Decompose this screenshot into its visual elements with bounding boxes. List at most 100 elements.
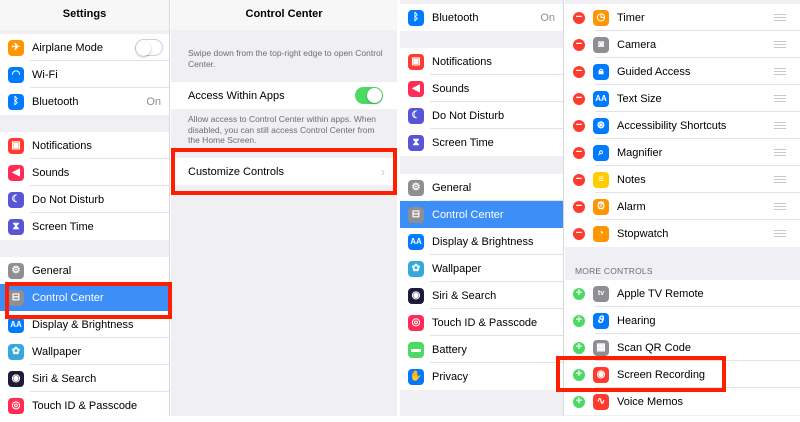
settings-item-bluetooth[interactable]: ᛒ Bluetooth On — [400, 4, 563, 31]
reorder-handle[interactable] — [774, 68, 786, 75]
settings-item-label: Do Not Disturb — [32, 193, 105, 206]
remove-control-button[interactable]: − — [573, 119, 585, 132]
settings-item-wallpaper[interactable]: ✿ Wallpaper — [0, 338, 169, 365]
flower-icon: ✿ — [8, 343, 24, 360]
remove-control-button[interactable]: − — [573, 65, 585, 78]
control-center-panel: Control Center Swipe down from the top-r… — [171, 0, 397, 416]
remove-control-button[interactable]: − — [573, 92, 585, 105]
settings-item-screen-time[interactable]: ⧗ Screen Time — [0, 213, 169, 240]
settings-item-touch-id[interactable]: ◎ Touch ID & Passcode — [0, 392, 169, 416]
remove-control-button[interactable]: − — [573, 11, 585, 24]
settings-item-general[interactable]: ⚙ General — [0, 257, 169, 284]
settings-sidebar-scrolled-panel: ᛒ Bluetooth On ▣ Notifications ◀ Sounds … — [400, 0, 564, 416]
customize-controls-row[interactable]: Customize Controls › — [171, 158, 397, 185]
settings-item-airplane-mode[interactable]: ✈ Airplane Mode — [0, 34, 169, 61]
wifi-icon: ◠ — [8, 66, 24, 83]
settings-item-label: General — [432, 181, 472, 194]
settings-item-label: Siri & Search — [432, 289, 497, 302]
reorder-handle[interactable] — [774, 41, 786, 48]
add-control-button[interactable]: + — [573, 287, 585, 300]
settings-item-control-center[interactable]: ⊟ Control Center — [400, 201, 563, 228]
settings-item-sounds[interactable]: ◀ Sounds — [0, 159, 169, 186]
access-within-apps-toggle[interactable] — [355, 87, 383, 104]
settings-item-label: Screen Time — [432, 136, 494, 149]
gear-icon: ⚙ — [8, 262, 24, 279]
settings-item-general[interactable]: ⚙ General — [400, 174, 563, 201]
remove-control-button[interactable]: − — [573, 146, 585, 159]
control-item-text-size: − AA Text Size — [565, 85, 800, 112]
customize-group: Customize Controls › — [171, 158, 397, 185]
control-item-hearing: + 𝟅 Hearing — [565, 307, 800, 334]
settings-item-label: Airplane Mode — [32, 41, 103, 54]
settings-item-label: Sounds — [432, 82, 470, 95]
settings-item-notifications[interactable]: ▣ Notifications — [0, 132, 169, 159]
reorder-handle[interactable] — [774, 95, 786, 102]
moon-icon: ☾ — [8, 191, 24, 208]
settings-item-control-center[interactable]: ⊟ Control Center — [0, 284, 169, 311]
notifications-icon: ▣ — [8, 137, 24, 154]
remove-control-button[interactable]: − — [573, 173, 585, 186]
reorder-handle[interactable] — [774, 14, 786, 21]
moon-icon: ☾ — [408, 107, 424, 124]
settings-item-notifications[interactable]: ▣ Notifications — [400, 48, 563, 75]
control-item-label: Apple TV Remote — [617, 287, 704, 300]
fingerprint-icon: ◎ — [408, 314, 424, 331]
fingerprint-icon: ◎ — [8, 397, 24, 414]
settings-item-label: Touch ID & Passcode — [432, 316, 538, 329]
access-within-apps-group: Access Within Apps — [171, 82, 397, 109]
settings-item-wifi[interactable]: ◠ Wi-Fi — [0, 61, 169, 88]
add-control-button[interactable]: + — [573, 314, 585, 327]
siri-icon: ◉ — [8, 370, 24, 387]
settings-item-bluetooth[interactable]: ᛒ Bluetooth On — [0, 88, 169, 115]
remove-control-button[interactable]: − — [573, 227, 585, 240]
reorder-handle[interactable] — [774, 122, 786, 129]
add-control-button[interactable]: + — [573, 341, 585, 354]
add-control-button[interactable]: + — [573, 395, 585, 408]
settings-item-label: Control Center — [32, 291, 104, 304]
bluetooth-status: On — [146, 95, 161, 108]
reorder-handle[interactable] — [774, 149, 786, 156]
control-item-camera: − ◙ Camera — [565, 31, 800, 58]
settings-item-privacy[interactable]: ✋ Privacy — [400, 363, 563, 390]
reorder-handle[interactable] — [774, 176, 786, 183]
control-item-label: Screen Recording — [617, 368, 706, 381]
airplane-icon: ✈ — [8, 39, 24, 56]
airplane-mode-toggle[interactable] — [135, 39, 163, 56]
settings-item-label: Siri & Search — [32, 372, 97, 385]
access-within-apps-note: Allow access to Control Center within ap… — [188, 114, 377, 145]
notifications-group: ▣ Notifications ◀ Sounds ☾ Do Not Distur… — [0, 132, 169, 240]
add-control-button[interactable]: + — [573, 368, 585, 381]
settings-item-battery[interactable]: ▬ Battery — [400, 336, 563, 363]
settings-item-display-brightness[interactable]: AA Display & Brightness — [0, 311, 169, 338]
control-item-timer: − ◷ Timer — [565, 4, 800, 31]
battery-icon: ▬ — [408, 341, 424, 358]
settings-item-display-brightness[interactable]: AA Display & Brightness — [400, 228, 563, 255]
settings-item-label: Display & Brightness — [32, 318, 134, 331]
tv-remote-icon: tv — [593, 285, 609, 302]
settings-item-siri-search[interactable]: ◉ Siri & Search — [0, 365, 169, 392]
settings-item-do-not-disturb[interactable]: ☾ Do Not Disturb — [0, 186, 169, 213]
reorder-handle[interactable] — [774, 230, 786, 237]
control-item-label: Scan QR Code — [617, 341, 691, 354]
gear-icon: ⚙ — [408, 179, 424, 196]
settings-item-siri-search[interactable]: ◉ Siri & Search — [400, 282, 563, 309]
settings-item-label: Do Not Disturb — [432, 109, 505, 122]
ear-icon: 𝟅 — [593, 312, 609, 329]
settings-item-do-not-disturb[interactable]: ☾ Do Not Disturb — [400, 102, 563, 129]
settings-item-wallpaper[interactable]: ✿ Wallpaper — [400, 255, 563, 282]
bluetooth-status: On — [540, 11, 555, 24]
flower-icon: ✿ — [408, 260, 424, 277]
timer-icon: ◷ — [593, 9, 609, 26]
control-item-notes: − ≡ Notes — [565, 166, 800, 193]
accessibility-icon: ⊛ — [593, 117, 609, 134]
control-item-label: Magnifier — [617, 146, 663, 159]
settings-item-sounds[interactable]: ◀ Sounds — [400, 75, 563, 102]
sounds-icon: ◀ — [8, 164, 24, 181]
settings-item-touch-id[interactable]: ◎ Touch ID & Passcode — [400, 309, 563, 336]
reorder-handle[interactable] — [774, 203, 786, 210]
settings-item-label: Bluetooth — [32, 95, 79, 108]
settings-item-screen-time[interactable]: ⧗ Screen Time — [400, 129, 563, 156]
remove-control-button[interactable]: − — [573, 38, 585, 51]
control-item-scan-qr-code: + ▦ Scan QR Code — [565, 334, 800, 361]
remove-control-button[interactable]: − — [573, 200, 585, 213]
